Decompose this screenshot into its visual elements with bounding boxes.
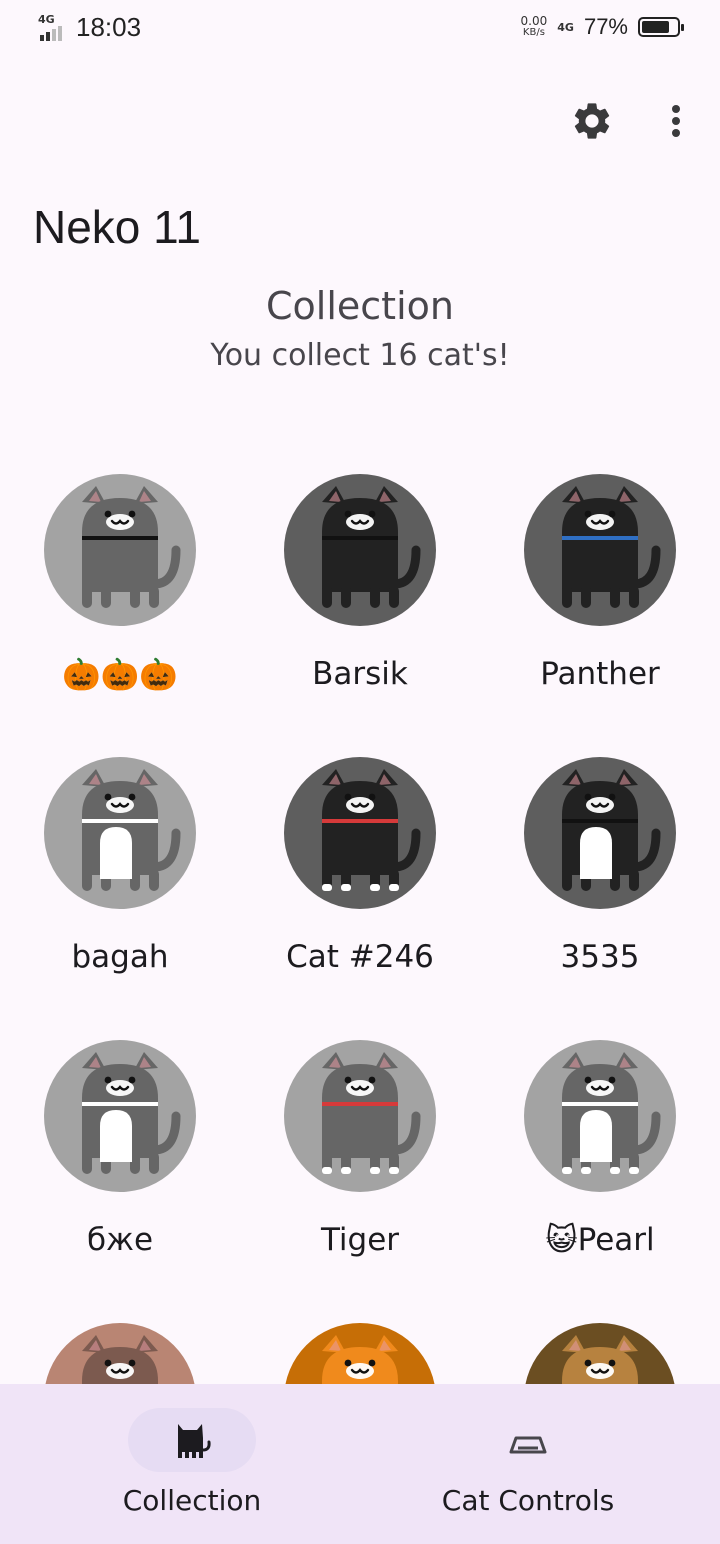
cat-icon bbox=[178, 1424, 211, 1458]
cat-icon bbox=[524, 757, 676, 909]
cat-grid: 🎃🎃🎃 Barsik Panther bagah Cat #246 3535 бже Tige… bbox=[0, 474, 720, 1384]
network-type-right: 4G bbox=[557, 20, 574, 34]
nav-item-cat-controls[interactable]: Cat Controls bbox=[378, 1384, 678, 1544]
section-title: Collection bbox=[266, 284, 454, 328]
cat-name: 3535 bbox=[560, 939, 640, 975]
nav-label-collection: Collection bbox=[122, 1484, 262, 1517]
food-bowl-icon bbox=[509, 1436, 547, 1454]
speed-unit: KB/s bbox=[522, 27, 545, 38]
cat-item[interactable] bbox=[0, 1323, 240, 1384]
cat-avatar bbox=[524, 1323, 676, 1384]
cat-name: 😺Pearl bbox=[545, 1222, 655, 1258]
nav-item-collection[interactable]: Collection bbox=[42, 1384, 342, 1544]
cat-item[interactable]: Cat #246 bbox=[240, 757, 480, 997]
cat-avatar bbox=[44, 757, 196, 909]
cat-name: Barsik bbox=[312, 656, 408, 692]
cat-item[interactable]: Panther bbox=[480, 474, 720, 714]
signal-icon: 4G bbox=[38, 13, 72, 43]
cat-avatar bbox=[284, 1323, 436, 1384]
cat-name: бже bbox=[86, 1222, 154, 1258]
cat-icon bbox=[524, 474, 676, 626]
cat-avatar bbox=[44, 474, 196, 626]
status-left: 4G 18:03 bbox=[38, 12, 141, 43]
cat-item[interactable] bbox=[240, 1323, 480, 1384]
clock: 18:03 bbox=[76, 12, 142, 42]
cat-name: bagah bbox=[71, 939, 169, 975]
gear-icon bbox=[574, 103, 610, 139]
cat-avatar bbox=[44, 1040, 196, 1192]
cat-item[interactable]: 😺Pearl bbox=[480, 1040, 720, 1280]
section-subtitle: You collect 16 cat's! bbox=[210, 338, 510, 373]
cat-icon bbox=[524, 1323, 676, 1384]
cat-name: Panther bbox=[540, 656, 660, 692]
more-options-button[interactable] bbox=[652, 95, 700, 147]
battery-icon bbox=[638, 17, 684, 37]
cat-icon bbox=[284, 757, 436, 909]
cat-name: 🎃🎃🎃 bbox=[62, 657, 178, 693]
cat-icon bbox=[524, 1040, 676, 1192]
app-title: Neko 11 bbox=[33, 201, 201, 253]
nav-active-indicator bbox=[128, 1408, 256, 1472]
status-right: 0.00 KB/s 4G 77% bbox=[521, 14, 684, 40]
cat-icon bbox=[284, 1323, 436, 1384]
cat-icon bbox=[284, 1040, 436, 1192]
cat-avatar bbox=[284, 474, 436, 626]
status-bar: 4G 18:03 0.00 KB/s 4G 77% bbox=[0, 0, 720, 60]
cat-avatar bbox=[284, 1040, 436, 1192]
cat-avatar bbox=[284, 757, 436, 909]
settings-button[interactable] bbox=[566, 95, 618, 147]
nav-inactive-indicator bbox=[464, 1408, 592, 1472]
network-type: 4G bbox=[38, 12, 55, 26]
speed-value: 0.00 bbox=[520, 14, 548, 28]
cat-avatar bbox=[524, 474, 676, 626]
cat-avatar bbox=[44, 1323, 196, 1384]
cat-item[interactable]: bagah bbox=[0, 757, 240, 997]
cat-item[interactable] bbox=[480, 1323, 720, 1384]
nav-label-cat-controls: Cat Controls bbox=[441, 1484, 615, 1517]
cat-name: Cat #246 bbox=[286, 939, 434, 975]
cat-icon bbox=[284, 474, 436, 626]
battery-percent: 77% bbox=[583, 14, 628, 39]
cat-item[interactable]: бже bbox=[0, 1040, 240, 1280]
cat-name: Tiger bbox=[320, 1222, 400, 1258]
cat-item[interactable]: 3535 bbox=[480, 757, 720, 997]
cat-icon bbox=[44, 474, 196, 626]
cat-avatar bbox=[524, 1040, 676, 1192]
cat-item[interactable]: 🎃🎃🎃 bbox=[0, 474, 240, 714]
cat-icon bbox=[44, 1323, 196, 1384]
cat-icon bbox=[44, 757, 196, 909]
more-vert-icon bbox=[672, 105, 680, 137]
cat-avatar bbox=[524, 757, 676, 909]
cat-icon bbox=[44, 1040, 196, 1192]
cat-item[interactable]: Tiger bbox=[240, 1040, 480, 1280]
cat-item[interactable]: Barsik bbox=[240, 474, 480, 714]
bottom-navigation: Collection Cat Controls bbox=[0, 1384, 720, 1544]
network-speed: 0.00 KB/s bbox=[521, 15, 548, 39]
